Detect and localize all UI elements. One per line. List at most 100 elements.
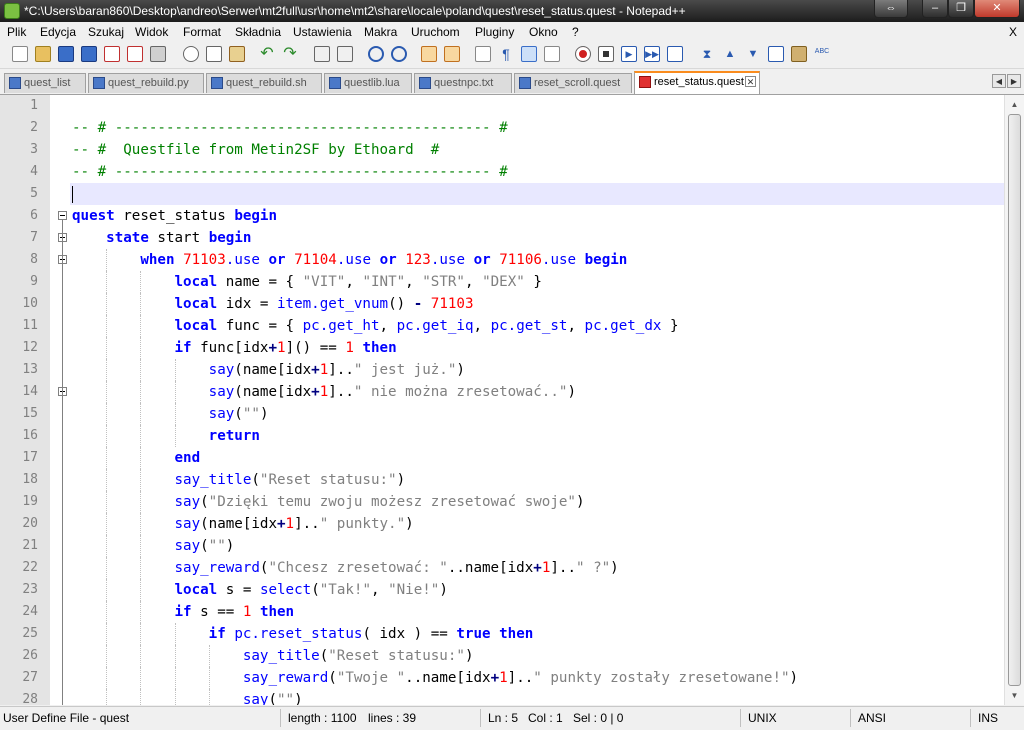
- code-line[interactable]: say_reward("Twoje "..name[idx+1].." punk…: [72, 667, 798, 689]
- save-icon[interactable]: [58, 46, 74, 62]
- save-macro-icon[interactable]: [667, 46, 683, 62]
- tab-reset-scroll-quest[interactable]: reset_scroll.quest: [514, 73, 632, 93]
- word-wrap-icon[interactable]: [475, 46, 491, 62]
- cut-icon[interactable]: [183, 46, 199, 62]
- code-token: ): [567, 384, 576, 400]
- find-icon[interactable]: [314, 46, 330, 62]
- code-line[interactable]: local s = select("Tak!", "Nie!"): [72, 579, 448, 601]
- tab-quest-rebuild-py[interactable]: quest_rebuild.py: [88, 73, 204, 93]
- user-lang-icon[interactable]: [544, 46, 560, 62]
- fold-toggle-icon[interactable]: [58, 211, 67, 220]
- mail-icon[interactable]: [768, 46, 784, 62]
- code-line[interactable]: end: [72, 447, 201, 469]
- restore-down-button[interactable]: ⇔: [874, 0, 908, 18]
- notepadpp-app-icon[interactable]: [4, 3, 20, 19]
- record-macro-icon[interactable]: [575, 46, 591, 62]
- tab-close-icon[interactable]: ✕: [745, 76, 756, 87]
- code-line[interactable]: say("Dzięki temu zwoju możesz zresetować…: [72, 491, 585, 513]
- code-token: "VIT": [302, 274, 346, 290]
- menu-szukaj[interactable]: Szukaj: [88, 25, 124, 39]
- scrollbar-thumb[interactable]: [1008, 114, 1021, 686]
- menu-widok[interactable]: Widok: [135, 25, 168, 39]
- redo-icon[interactable]: ↷: [282, 46, 298, 62]
- code-line[interactable]: say_title("Reset statusu:"): [72, 469, 406, 491]
- code-line[interactable]: local name = { "VIT", "INT", "STR", "DEX…: [72, 271, 542, 293]
- spell-check-icon[interactable]: ABC: [814, 46, 830, 62]
- menu-edycja[interactable]: Edycja: [40, 25, 76, 39]
- menu-pluginy[interactable]: Pluginy: [475, 25, 514, 39]
- menu-help[interactable]: ?: [572, 25, 579, 39]
- code-line[interactable]: when 71103.use or 71104.use or 123.use o…: [72, 249, 627, 271]
- code-line[interactable]: say_reward("Chcesz zresetować: "..name[i…: [72, 557, 619, 579]
- menu-plik[interactable]: Plik: [7, 25, 26, 39]
- code-line[interactable]: say(name[idx+1].." nie można zresetować.…: [72, 381, 576, 403]
- code-line[interactable]: say(name[idx+1].." jest już."): [72, 359, 465, 381]
- close-file-icon[interactable]: [104, 46, 120, 62]
- menu-ustawienia[interactable]: Ustawienia: [293, 25, 352, 39]
- save-all-icon[interactable]: [81, 46, 97, 62]
- sync-vertical-icon[interactable]: [421, 46, 437, 62]
- copy-icon[interactable]: [206, 46, 222, 62]
- code-line[interactable]: quest reset_status begin: [72, 205, 277, 227]
- tab-questnpc-txt[interactable]: questnpc.txt: [414, 73, 512, 93]
- plugin-icon[interactable]: [791, 46, 807, 62]
- show-all-chars-icon[interactable]: ¶: [498, 46, 514, 62]
- move-up-icon[interactable]: ▲: [722, 46, 738, 62]
- vertical-scrollbar[interactable]: ▲ ▼: [1004, 95, 1024, 705]
- maximize-button[interactable]: ❐: [948, 0, 974, 18]
- code-editor[interactable]: 1 2 -- # ---------------------------------…: [0, 95, 1004, 705]
- tab-scroll-left-button[interactable]: ◀: [992, 74, 1006, 88]
- play-multiple-icon[interactable]: ▶▶: [644, 46, 660, 62]
- scroll-down-arrow-icon[interactable]: ▼: [1007, 688, 1022, 703]
- code-line[interactable]: say(""): [72, 403, 269, 425]
- code-line[interactable]: local func = { pc.get_ht, pc.get_iq, pc.…: [72, 315, 679, 337]
- menu-format[interactable]: Format: [183, 25, 221, 39]
- code-line[interactable]: say_title("Reset statusu:"): [72, 645, 474, 667]
- status-encoding[interactable]: ANSI: [858, 711, 886, 725]
- indent-guide: [140, 535, 142, 557]
- scroll-up-arrow-icon[interactable]: ▲: [1007, 97, 1022, 112]
- close-window-button[interactable]: ✕: [974, 0, 1020, 18]
- status-insert-mode[interactable]: INS: [978, 711, 998, 725]
- open-file-icon[interactable]: [35, 46, 51, 62]
- collapse-icon[interactable]: ⧗: [699, 46, 715, 62]
- code-line[interactable]: say(name[idx+1].." punkty."): [72, 513, 414, 535]
- tab-scroll-right-button[interactable]: ▶: [1007, 74, 1021, 88]
- play-macro-icon[interactable]: ▶: [621, 46, 637, 62]
- code-line[interactable]: state start begin: [72, 227, 251, 249]
- code-line[interactable]: -- # Questfile from Metin2SF by Ethoard …: [72, 139, 439, 161]
- close-document-button[interactable]: X: [1009, 25, 1017, 39]
- menu-makra[interactable]: Makra: [364, 25, 397, 39]
- line-number: 9: [30, 274, 38, 289]
- indent-guide: [106, 271, 108, 293]
- code-line[interactable]: -- # -----------------------------------…: [72, 117, 508, 139]
- paste-icon[interactable]: [229, 46, 245, 62]
- replace-icon[interactable]: [337, 46, 353, 62]
- close-all-icon[interactable]: [127, 46, 143, 62]
- menu-okno[interactable]: Okno: [529, 25, 558, 39]
- code-line[interactable]: say(""): [72, 535, 235, 557]
- print-icon[interactable]: [150, 46, 166, 62]
- status-eol-format[interactable]: UNIX: [748, 711, 777, 725]
- stop-macro-icon[interactable]: [598, 46, 614, 62]
- move-down-icon[interactable]: ▼: [745, 46, 761, 62]
- menu-uruchom[interactable]: Uruchom: [411, 25, 460, 39]
- code-line[interactable]: local idx = item.get_vnum() - 71103: [72, 293, 474, 315]
- indent-guide-icon[interactable]: [521, 46, 537, 62]
- code-line[interactable]: return: [72, 425, 260, 447]
- tab-quest-rebuild-sh[interactable]: quest_rebuild.sh: [206, 73, 322, 93]
- code-line[interactable]: -- # -----------------------------------…: [72, 161, 508, 183]
- undo-icon[interactable]: ↶: [259, 46, 275, 62]
- zoom-out-icon[interactable]: [391, 46, 407, 62]
- menu-skladnia[interactable]: Składnia: [235, 25, 281, 39]
- tab-quest-list[interactable]: quest_list: [4, 73, 86, 93]
- tab-reset-status-quest[interactable]: reset_status.quest ✕: [634, 71, 760, 94]
- code-line[interactable]: if func[idx+1]() == 1 then: [72, 337, 397, 359]
- tab-questlib-lua[interactable]: questlib.lua: [324, 73, 412, 93]
- sync-horizontal-icon[interactable]: [444, 46, 460, 62]
- minimize-button[interactable]: –: [922, 0, 948, 18]
- zoom-in-icon[interactable]: [368, 46, 384, 62]
- new-file-icon[interactable]: [12, 46, 28, 62]
